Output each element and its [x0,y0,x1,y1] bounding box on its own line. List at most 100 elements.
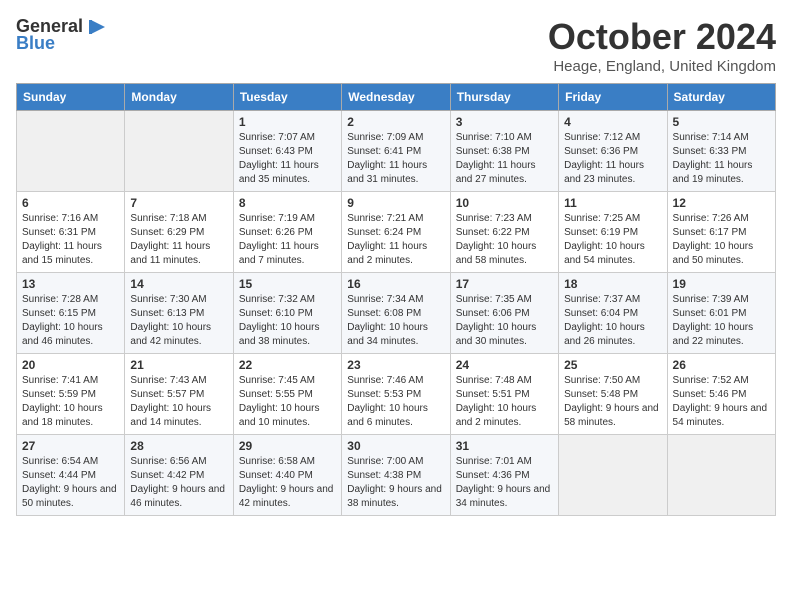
header-sunday: Sunday [17,84,125,111]
day-info: Sunrise: 6:58 AMSunset: 4:40 PMDaylight:… [239,455,336,511]
day-info: Sunrise: 7:48 AMSunset: 5:51 PMDaylight:… [456,374,553,430]
day-cell-23: 23 Sunrise: 7:46 AMSunset: 5:53 PMDayligh… [342,354,450,435]
day-number: 1 [239,115,336,129]
day-cell-14: 14 Sunrise: 7:30 AMSunset: 6:13 PMDayligh… [125,273,233,354]
day-number: 3 [456,115,553,129]
day-number: 30 [347,439,444,453]
day-number: 25 [564,358,661,372]
day-number: 16 [347,277,444,291]
day-number: 2 [347,115,444,129]
day-cell-8: 8 Sunrise: 7:19 AMSunset: 6:26 PMDaylight… [233,192,341,273]
day-number: 20 [22,358,119,372]
day-cell-7: 7 Sunrise: 7:18 AMSunset: 6:29 PMDaylight… [125,192,233,273]
day-info: Sunrise: 7:50 AMSunset: 5:48 PMDaylight:… [564,374,661,430]
day-number: 28 [130,439,227,453]
day-info: Sunrise: 7:19 AMSunset: 6:26 PMDaylight:… [239,212,336,268]
day-number: 10 [456,196,553,210]
day-cell-31: 31 Sunrise: 7:01 AMSunset: 4:36 PMDayligh… [450,435,558,516]
day-info: Sunrise: 7:46 AMSunset: 5:53 PMDaylight:… [347,374,444,430]
day-number: 31 [456,439,553,453]
day-info: Sunrise: 7:32 AMSunset: 6:10 PMDaylight:… [239,293,336,349]
day-info: Sunrise: 7:52 AMSunset: 5:46 PMDaylight:… [673,374,770,430]
day-number: 23 [347,358,444,372]
day-info: Sunrise: 7:18 AMSunset: 6:29 PMDaylight:… [130,212,227,268]
day-cell-5: 5 Sunrise: 7:14 AMSunset: 6:33 PMDaylight… [667,111,775,192]
day-number: 4 [564,115,661,129]
week-row-5: 27 Sunrise: 6:54 AMSunset: 4:44 PMDayligh… [17,435,776,516]
day-info: Sunrise: 7:25 AMSunset: 6:19 PMDaylight:… [564,212,661,268]
day-cell-6: 6 Sunrise: 7:16 AMSunset: 6:31 PMDaylight… [17,192,125,273]
day-number: 26 [673,358,770,372]
day-number: 24 [456,358,553,372]
day-cell-4: 4 Sunrise: 7:12 AMSunset: 6:36 PMDaylight… [559,111,667,192]
day-info: Sunrise: 7:26 AMSunset: 6:17 PMDaylight:… [673,212,770,268]
day-cell-15: 15Sunrise: 7:32 AMSunset: 6:10 PMDayligh… [233,273,341,354]
day-info: Sunrise: 7:28 AMSunset: 6:15 PMDaylight:… [22,293,119,349]
month-title: October 2024 [548,16,776,58]
day-cell-20: 20 Sunrise: 7:41 AMSunset: 5:59 PMDayligh… [17,354,125,435]
day-cell-9: 9Sunrise: 7:21 AMSunset: 6:24 PMDaylight… [342,192,450,273]
logo-blue: Blue [16,34,55,54]
week-row-3: 13 Sunrise: 7:28 AMSunset: 6:15 PMDayligh… [17,273,776,354]
header-thursday: Thursday [450,84,558,111]
header-monday: Monday [125,84,233,111]
day-number: 11 [564,196,661,210]
day-number: 21 [130,358,227,372]
day-info: Sunrise: 7:35 AMSunset: 6:06 PMDaylight:… [456,293,553,349]
header-tuesday: Tuesday [233,84,341,111]
day-info: Sunrise: 7:09 AMSunset: 6:41 PMDaylight:… [347,131,444,187]
day-cell-3: 3 Sunrise: 7:10 AMSunset: 6:38 PMDaylight… [450,111,558,192]
day-number: 27 [22,439,119,453]
day-info: Sunrise: 7:37 AMSunset: 6:04 PMDaylight:… [564,293,661,349]
day-number: 6 [22,196,119,210]
day-cell-1: 1Sunrise: 7:07 AMSunset: 6:43 PMDaylight… [233,111,341,192]
day-info: Sunrise: 7:00 AMSunset: 4:38 PMDaylight:… [347,455,444,511]
day-info: Sunrise: 7:01 AMSunset: 4:36 PMDaylight:… [456,455,553,511]
day-cell-25: 25 Sunrise: 7:50 AMSunset: 5:48 PMDayligh… [559,354,667,435]
day-cell-2: 2 Sunrise: 7:09 AMSunset: 6:41 PMDaylight… [342,111,450,192]
day-info: Sunrise: 7:16 AMSunset: 6:31 PMDaylight:… [22,212,119,268]
calendar-table: SundayMondayTuesdayWednesdayThursdayFrid… [16,83,776,516]
day-number: 14 [130,277,227,291]
day-cell-19: 19 Sunrise: 7:39 AMSunset: 6:01 PMDayligh… [667,273,775,354]
day-number: 13 [22,277,119,291]
day-info: Sunrise: 6:54 AMSunset: 4:44 PMDaylight:… [22,455,119,511]
day-info: Sunrise: 7:41 AMSunset: 5:59 PMDaylight:… [22,374,119,430]
day-number: 29 [239,439,336,453]
calendar-header-row: SundayMondayTuesdayWednesdayThursdayFrid… [17,84,776,111]
empty-cell [559,435,667,516]
week-row-2: 6 Sunrise: 7:16 AMSunset: 6:31 PMDaylight… [17,192,776,273]
day-cell-30: 30 Sunrise: 7:00 AMSunset: 4:38 PMDayligh… [342,435,450,516]
day-info: Sunrise: 7:10 AMSunset: 6:38 PMDaylight:… [456,131,553,187]
logo: General Blue [16,16,107,54]
week-row-4: 20 Sunrise: 7:41 AMSunset: 5:59 PMDayligh… [17,354,776,435]
page-header: General Blue October 2024 Heage, England… [16,16,776,75]
header-friday: Friday [559,84,667,111]
day-info: Sunrise: 7:45 AMSunset: 5:55 PMDaylight:… [239,374,336,430]
day-info: Sunrise: 7:30 AMSunset: 6:13 PMDaylight:… [130,293,227,349]
day-cell-17: 17Sunrise: 7:35 AMSunset: 6:06 PMDayligh… [450,273,558,354]
day-info: Sunrise: 6:56 AMSunset: 4:42 PMDaylight:… [130,455,227,511]
day-cell-28: 28 Sunrise: 6:56 AMSunset: 4:42 PMDayligh… [125,435,233,516]
day-info: Sunrise: 7:14 AMSunset: 6:33 PMDaylight:… [673,131,770,187]
day-cell-26: 26 Sunrise: 7:52 AMSunset: 5:46 PMDayligh… [667,354,775,435]
location: Heage, England, United Kingdom [548,58,776,75]
day-info: Sunrise: 7:12 AMSunset: 6:36 PMDaylight:… [564,131,661,187]
day-number: 22 [239,358,336,372]
day-cell-21: 21 Sunrise: 7:43 AMSunset: 5:57 PMDayligh… [125,354,233,435]
day-cell-27: 27 Sunrise: 6:54 AMSunset: 4:44 PMDayligh… [17,435,125,516]
day-cell-11: 11 Sunrise: 7:25 AMSunset: 6:19 PMDayligh… [559,192,667,273]
day-cell-29: 29 Sunrise: 6:58 AMSunset: 4:40 PMDayligh… [233,435,341,516]
day-info: Sunrise: 7:34 AMSunset: 6:08 PMDaylight:… [347,293,444,349]
empty-cell [125,111,233,192]
day-number: 8 [239,196,336,210]
day-cell-10: 10Sunrise: 7:23 AMSunset: 6:22 PMDayligh… [450,192,558,273]
day-info: Sunrise: 7:43 AMSunset: 5:57 PMDaylight:… [130,374,227,430]
day-number: 5 [673,115,770,129]
day-number: 18 [564,277,661,291]
day-info: Sunrise: 7:39 AMSunset: 6:01 PMDaylight:… [673,293,770,349]
empty-cell [17,111,125,192]
day-cell-24: 24 Sunrise: 7:48 AMSunset: 5:51 PMDayligh… [450,354,558,435]
day-number: 19 [673,277,770,291]
day-number: 7 [130,196,227,210]
